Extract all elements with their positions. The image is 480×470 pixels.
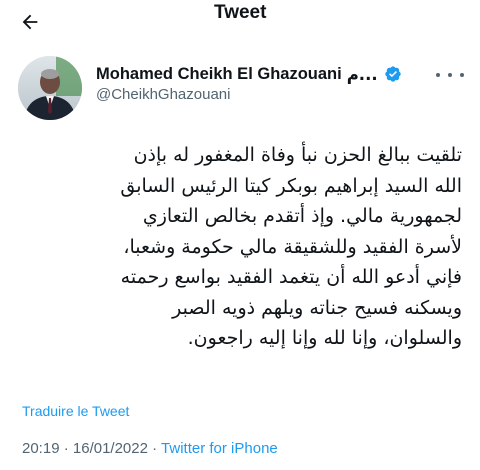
arrow-left-icon xyxy=(22,14,38,30)
tweet-line: ويسكنه فسيح جناته ويلهم ذويه الصبر xyxy=(172,296,462,319)
tweet-line: تلقيت ببالغ الحزن نبأ وفاة المغفور له بإ… xyxy=(133,144,462,166)
translate-tweet-link[interactable]: Traduire le Tweet xyxy=(22,403,129,419)
avatar-portrait-icon xyxy=(18,56,82,120)
tweet-date[interactable]: 16/01/2022 xyxy=(73,440,148,457)
page-title: Tweet xyxy=(214,2,267,23)
author-handle[interactable]: @CheikhGhazouani xyxy=(96,86,230,103)
meta-separator: · xyxy=(59,440,73,457)
author-name-row[interactable]: Mohamed Cheikh El Ghazouani م... xyxy=(96,63,402,85)
tweet-source-link[interactable]: Twitter for iPhone xyxy=(161,440,278,457)
verified-badge-icon xyxy=(384,66,401,82)
top-bar: Tweet xyxy=(0,0,480,46)
avatar[interactable] xyxy=(18,56,82,120)
author-name-suffix: م... xyxy=(346,64,378,84)
more-horizontal-icon xyxy=(448,73,452,77)
meta-separator: · xyxy=(147,440,162,457)
tweet-line: فإني أدعو الله أن يتغمد الفقيد بواسع رحم… xyxy=(120,266,462,288)
more-horizontal-icon xyxy=(436,73,440,77)
more-options-button[interactable] xyxy=(436,66,464,84)
tweet-line: والسلوان، وإنا لله وإنا إليه راجعون. xyxy=(187,327,462,349)
back-button[interactable] xyxy=(14,6,46,38)
tweet-metadata: 20:19 · 16/01/2022 · Twitter for iPhone xyxy=(22,440,278,457)
tweet-time[interactable]: 20:19 xyxy=(22,440,60,457)
tweet-line: الله السيد إبراهيم بوبكر كيتا الرئيس الس… xyxy=(120,174,462,197)
more-horizontal-icon xyxy=(460,73,464,77)
tweet-text: تلقيت ببالغ الحزن نبأ وفاة المغفور له بإ… xyxy=(22,140,462,354)
tweet-line: لأسرة الفقيد وللشقيقة مالي حكومة وشعبا، xyxy=(123,235,462,258)
author-name[interactable]: Mohamed Cheikh El Ghazouani xyxy=(96,65,342,84)
tweet-line: لجمهورية مالي. وإذ أتقدم بخالص التعازي xyxy=(142,205,462,227)
